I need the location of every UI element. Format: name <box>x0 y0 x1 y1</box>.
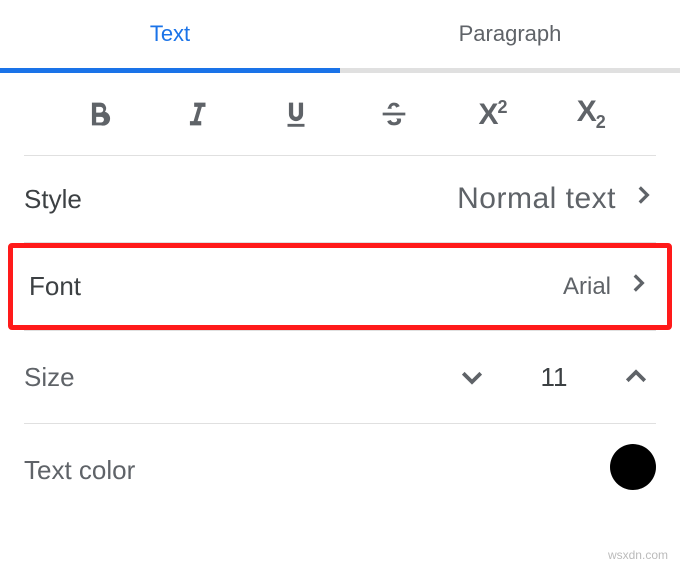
text-color-row[interactable]: Text color <box>0 424 680 490</box>
size-decrease-button[interactable] <box>452 357 492 397</box>
bold-button[interactable] <box>50 97 148 131</box>
strikethrough-button[interactable] <box>345 97 443 131</box>
style-value-group: Normal text <box>457 182 656 216</box>
format-toolbar: X2 X2 <box>0 73 680 155</box>
font-value: Arial <box>563 273 611 301</box>
color-swatch <box>610 444 656 490</box>
font-row[interactable]: Font Arial <box>8 243 672 330</box>
size-stepper: 11 <box>452 357 656 397</box>
watermark: wsxdn.com <box>608 548 668 562</box>
tab-text[interactable]: Text <box>0 0 340 68</box>
superscript-button[interactable]: X2 <box>443 97 541 132</box>
tabs: Text Paragraph <box>0 0 680 68</box>
text-color-label: Text color <box>24 455 135 486</box>
style-label: Style <box>24 184 82 215</box>
style-row[interactable]: Style Normal text <box>0 156 680 242</box>
italic-button[interactable] <box>148 97 246 131</box>
style-value: Normal text <box>457 182 616 216</box>
size-row: Size 11 <box>0 331 680 423</box>
tab-paragraph[interactable]: Paragraph <box>340 0 680 68</box>
size-increase-button[interactable] <box>616 357 656 397</box>
font-value-group: Arial <box>563 270 651 303</box>
underline-button[interactable] <box>247 97 345 131</box>
font-label: Font <box>29 271 81 302</box>
chevron-right-icon <box>630 182 656 216</box>
subscript-button[interactable]: X2 <box>542 95 640 133</box>
chevron-right-icon <box>625 270 651 303</box>
size-label: Size <box>24 362 75 393</box>
size-value: 11 <box>534 362 574 393</box>
tab-underline <box>0 68 680 73</box>
